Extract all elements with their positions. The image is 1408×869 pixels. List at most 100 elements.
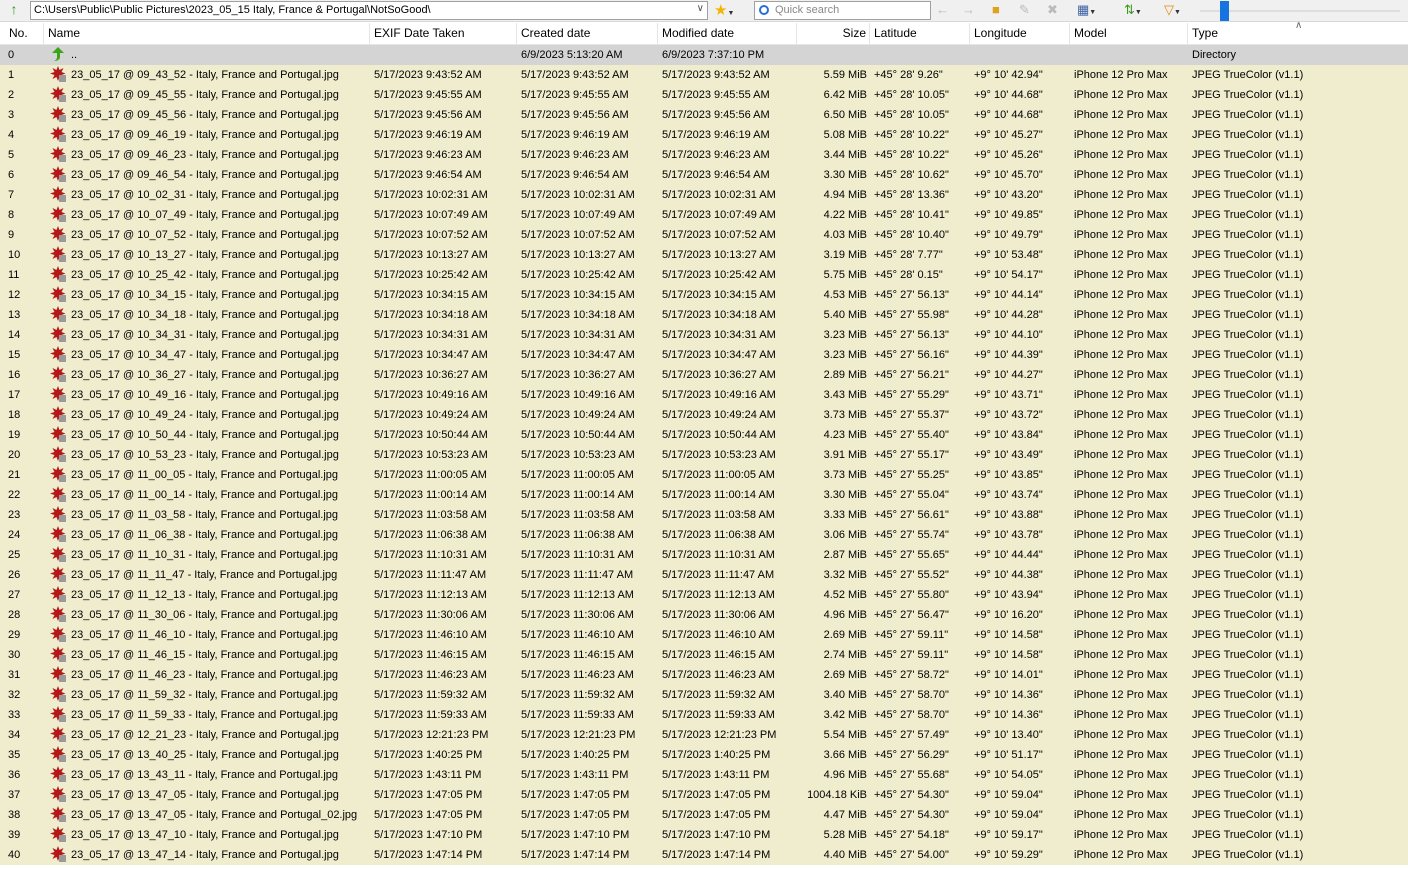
modified-date: 5/17/2023 1:43:11 PM [662, 769, 770, 781]
col-model[interactable]: Model [1070, 23, 1188, 45]
table-row[interactable]: 2 23_05_17 @ 09_45_55 - Italy, France and… [0, 85, 1408, 105]
table-row[interactable]: 22 23_05_17 @ 11_00_14 - Italy, France an… [0, 485, 1408, 505]
col-created[interactable]: Created date [517, 23, 658, 45]
camera-model: iPhone 12 Pro Max [1074, 809, 1168, 821]
col-latitude[interactable]: Latitude [870, 23, 970, 45]
table-row[interactable]: 37 23_05_17 @ 13_47_05 - Italy, France an… [0, 785, 1408, 805]
latitude: +45° 27' 55.29" [874, 389, 949, 401]
file-name: .. [44, 45, 370, 65]
table-row[interactable]: 40 23_05_17 @ 13_47_14 - Italy, France an… [0, 845, 1408, 865]
latitude: +45° 27' 55.25" [874, 469, 949, 481]
table-row[interactable]: 14 23_05_17 @ 10_34_31 - Italy, France an… [0, 325, 1408, 345]
table-row[interactable]: 35 23_05_17 @ 13_40_25 - Italy, France an… [0, 745, 1408, 765]
file-name-text: 23_05_17 @ 10_07_52 - Italy, France and … [71, 229, 339, 241]
row-number: 33 [8, 709, 21, 721]
table-row[interactable]: 25 23_05_17 @ 11_10_31 - Italy, France an… [0, 545, 1408, 565]
chevron-down-icon[interactable]: ∨ [697, 3, 704, 14]
table-row[interactable]: 5 23_05_17 @ 09_46_23 - Italy, France and… [0, 145, 1408, 165]
table-row[interactable]: 10 23_05_17 @ 10_13_27 - Italy, France an… [0, 245, 1408, 265]
sort-icon[interactable]: ⇅▼ [1124, 2, 1142, 18]
created-date: 5/17/2023 11:06:38 AM [521, 529, 634, 541]
table-row[interactable]: 24 23_05_17 @ 11_06_38 - Italy, France an… [0, 525, 1408, 545]
thumbnail-size-slider[interactable] [1200, 1, 1400, 21]
table-row[interactable]: 27 23_05_17 @ 11_12_13 - Italy, France an… [0, 585, 1408, 605]
col-longitude[interactable]: Longitude [970, 23, 1070, 45]
jpeg-file-icon [50, 646, 66, 663]
jpeg-file-icon [50, 566, 66, 583]
file-size: 5.08 MiB [823, 129, 867, 141]
modified-date: 5/17/2023 11:12:13 AM [662, 589, 775, 601]
table-row[interactable]: 9 23_05_17 @ 10_07_52 - Italy, France and… [0, 225, 1408, 245]
jpeg-file-icon [50, 466, 66, 483]
parent-folder-icon[interactable]: ↑ [4, 1, 24, 21]
path-input[interactable]: C:\Users\Public\Public Pictures\2023_05_… [30, 1, 708, 20]
col-size[interactable]: Size [797, 23, 870, 45]
col-no[interactable]: No. [0, 23, 44, 45]
slider-thumb[interactable] [1220, 1, 1229, 21]
file-name-text: 23_05_17 @ 11_12_13 - Italy, France and … [71, 589, 338, 601]
row-number: 27 [8, 589, 21, 601]
table-row[interactable]: 38 23_05_17 @ 13_47_05 - Italy, France an… [0, 805, 1408, 825]
file-type: JPEG TrueColor (v1.1) [1192, 529, 1304, 541]
col-modified[interactable]: Modified date [658, 23, 797, 45]
file-name-text: 23_05_17 @ 09_46_54 - Italy, France and … [71, 169, 339, 181]
search-placeholder: Quick search [775, 4, 840, 16]
table-row[interactable]: 4 23_05_17 @ 09_46_19 - Italy, France and… [0, 125, 1408, 145]
back-icon[interactable]: ← [936, 2, 949, 17]
table-row[interactable]: 13 23_05_17 @ 10_34_18 - Italy, France an… [0, 305, 1408, 325]
rename-icon[interactable]: ✎ [1019, 2, 1030, 18]
table-row[interactable]: 11 23_05_17 @ 10_25_42 - Italy, France an… [0, 265, 1408, 285]
forward-icon[interactable]: → [962, 2, 975, 17]
jpeg-file-icon [50, 266, 66, 283]
delete-icon[interactable]: ✖ [1047, 2, 1058, 18]
camera-model: iPhone 12 Pro Max [1074, 749, 1168, 761]
file-size: 3.06 MiB [823, 529, 867, 541]
table-row[interactable]: 36 23_05_17 @ 13_43_11 - Italy, France an… [0, 765, 1408, 785]
file-type: JPEG TrueColor (v1.1) [1192, 329, 1304, 341]
table-row[interactable]: 34 23_05_17 @ 12_21_23 - Italy, France an… [0, 725, 1408, 745]
table-row[interactable]: 21 23_05_17 @ 11_00_05 - Italy, France an… [0, 465, 1408, 485]
new-folder-icon[interactable]: ■ [992, 2, 1000, 17]
table-row[interactable]: 26 23_05_17 @ 11_11_47 - Italy, France an… [0, 565, 1408, 585]
table-row[interactable]: 20 23_05_17 @ 10_53_23 - Italy, France an… [0, 445, 1408, 465]
col-name[interactable]: Name [44, 23, 370, 45]
table-row[interactable]: 33 23_05_17 @ 11_59_33 - Italy, France an… [0, 705, 1408, 725]
view-mode-icon[interactable]: ▦▼ [1077, 2, 1096, 18]
table-row[interactable]: 23 23_05_17 @ 11_03_58 - Italy, France an… [0, 505, 1408, 525]
table-row[interactable]: 6 23_05_17 @ 09_46_54 - Italy, France and… [0, 165, 1408, 185]
table-row[interactable]: 1 23_05_17 @ 09_43_52 - Italy, France and… [0, 65, 1408, 85]
exif-date: 5/17/2023 10:34:18 AM [374, 309, 488, 321]
quick-search-input[interactable]: Quick search [754, 1, 931, 20]
file-type: JPEG TrueColor (v1.1) [1192, 429, 1304, 441]
table-row[interactable]: 16 23_05_17 @ 10_36_27 - Italy, France an… [0, 365, 1408, 385]
table-row[interactable]: 15 23_05_17 @ 10_34_47 - Italy, France an… [0, 345, 1408, 365]
table-row[interactable]: 39 23_05_17 @ 13_47_10 - Italy, France an… [0, 825, 1408, 845]
exif-date: 5/17/2023 11:00:05 AM [374, 469, 487, 481]
jpeg-file-icon [50, 666, 66, 683]
table-row[interactable]: 31 23_05_17 @ 11_46_23 - Italy, France an… [0, 665, 1408, 685]
latitude: +45° 28' 10.41" [874, 209, 949, 221]
col-exif[interactable]: EXIF Date Taken [370, 23, 517, 45]
table-row[interactable]: 28 23_05_17 @ 11_30_06 - Italy, France an… [0, 605, 1408, 625]
longitude: +9° 10' 59.29" [974, 849, 1043, 861]
table-row[interactable]: 12 23_05_17 @ 10_34_15 - Italy, France an… [0, 285, 1408, 305]
col-type[interactable]: Type ∧ [1188, 20, 1398, 45]
favorites-star-icon[interactable]: ★▼ [714, 1, 734, 19]
table-row[interactable]: 30 23_05_17 @ 11_46_15 - Italy, France an… [0, 645, 1408, 665]
table-row[interactable]: 19 23_05_17 @ 10_50_44 - Italy, France an… [0, 425, 1408, 445]
jpeg-file-icon [50, 126, 66, 143]
table-row[interactable]: 29 23_05_17 @ 11_46_10 - Italy, France an… [0, 625, 1408, 645]
table-row[interactable]: 17 23_05_17 @ 10_49_16 - Italy, France an… [0, 385, 1408, 405]
file-type: JPEG TrueColor (v1.1) [1192, 549, 1304, 561]
table-row[interactable]: 7 23_05_17 @ 10_02_31 - Italy, France and… [0, 185, 1408, 205]
file-name-text: 23_05_17 @ 10_49_16 - Italy, France and … [71, 389, 339, 401]
filter-icon[interactable]: ▽▼ [1164, 2, 1181, 18]
table-row[interactable]: 3 23_05_17 @ 09_45_56 - Italy, France and… [0, 105, 1408, 125]
created-date: 6/9/2023 5:13:20 AM [521, 49, 623, 61]
camera-model: iPhone 12 Pro Max [1074, 469, 1168, 481]
parent-directory-row[interactable]: 0.. 6/9/2023 5:13:20 AM 6/9/2023 7:37:10 P… [0, 45, 1408, 65]
table-row[interactable]: 18 23_05_17 @ 10_49_24 - Italy, France an… [0, 405, 1408, 425]
table-row[interactable]: 32 23_05_17 @ 11_59_32 - Italy, France an… [0, 685, 1408, 705]
table-row[interactable]: 8 23_05_17 @ 10_07_49 - Italy, France and… [0, 205, 1408, 225]
camera-model: iPhone 12 Pro Max [1074, 849, 1168, 861]
